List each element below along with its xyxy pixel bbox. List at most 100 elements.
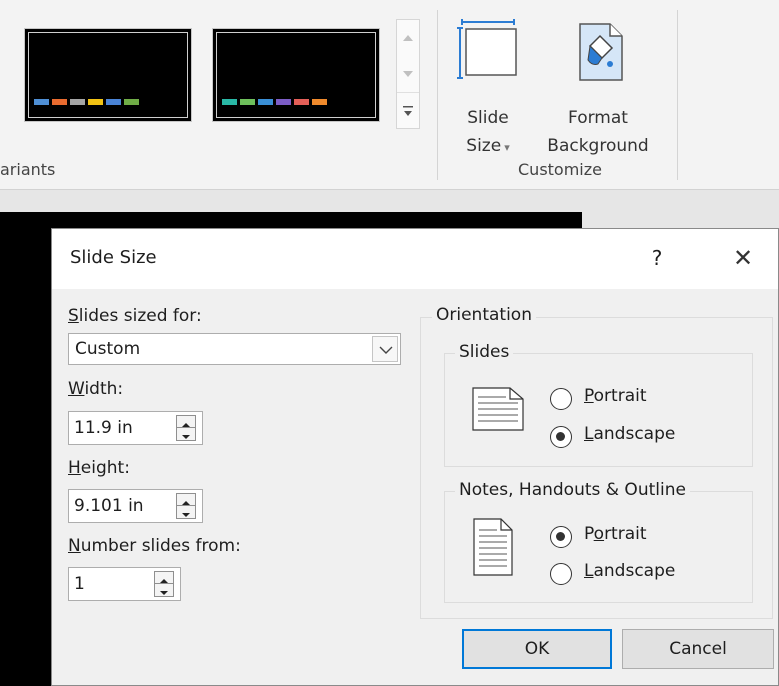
gallery-more-button[interactable]	[397, 92, 419, 128]
notes-landscape-label: Landscape	[584, 561, 675, 581]
number-decrement-button[interactable]	[155, 584, 173, 596]
slides-portrait-radio[interactable]	[550, 388, 572, 410]
width-spinbox[interactable]: 11.9 in	[68, 411, 203, 445]
spin-down-icon	[182, 513, 190, 517]
color-swatch	[222, 99, 237, 105]
help-button[interactable]: ?	[642, 243, 672, 273]
color-swatch	[276, 99, 291, 105]
height-label-text: eight:	[80, 458, 130, 478]
slides-sized-for-label: Slides sized for:	[68, 306, 202, 326]
variant-1-swatches	[34, 99, 142, 105]
height-label: Height:	[68, 458, 130, 478]
color-swatch	[258, 99, 273, 105]
slide-size-icon	[457, 19, 517, 79]
ok-button[interactable]: OK	[462, 629, 612, 669]
height-increment-button[interactable]	[177, 494, 195, 506]
number-slides-from-spin-arrows	[154, 571, 174, 597]
width-value: 11.9 in	[74, 418, 133, 438]
slides-landscape-label-text: andscape	[593, 424, 676, 444]
orientation-group-title: Orientation	[432, 305, 536, 325]
slides-portrait-label: Portrait	[584, 386, 647, 406]
color-swatch	[124, 99, 139, 105]
number-slides-from-label: Number slides from:	[68, 536, 241, 556]
spin-down-icon	[182, 435, 190, 439]
color-swatch	[294, 99, 309, 105]
slide-size-label: Slide Size ▾	[452, 104, 524, 162]
customize-group-label: Customize	[518, 160, 602, 179]
color-swatch	[88, 99, 103, 105]
format-background-icon	[579, 23, 623, 81]
chevron-down-icon	[403, 71, 413, 77]
format-background-label: Format Background	[532, 104, 664, 160]
notes-portrait-radio[interactable]	[550, 526, 572, 548]
notes-orientation-title: Notes, Handouts & Outline	[455, 480, 690, 500]
slide-size-dialog: Slide Size ? ✕ Slides sized for: Custom …	[51, 228, 779, 686]
variants-group-label: ariants	[0, 160, 56, 179]
slide-size-label-text: Size	[466, 136, 502, 156]
width-decrement-button[interactable]	[177, 428, 195, 440]
slide-size-button[interactable]: Slide Size ▾	[452, 14, 524, 159]
variant-thumbnail-2-preview	[216, 32, 376, 118]
spin-down-icon	[160, 591, 168, 595]
height-spinbox[interactable]: 9.101 in	[68, 489, 203, 523]
notes-landscape-radio[interactable]	[550, 563, 572, 585]
width-label-text: idth:	[84, 379, 124, 399]
format-background-label-line2: Background	[547, 136, 649, 156]
chevron-up-icon	[403, 35, 413, 41]
color-swatch	[312, 99, 327, 105]
gallery-scroll-down-button[interactable]	[397, 56, 419, 92]
slide-size-label-line1: Slide	[467, 108, 509, 128]
variants-gallery-scroll	[396, 19, 420, 129]
width-increment-button[interactable]	[177, 416, 195, 428]
ribbon-separator	[437, 10, 438, 180]
number-slides-from-value: 1	[74, 574, 85, 594]
variant-thumbnail-1[interactable]	[24, 28, 192, 122]
format-background-button[interactable]: Format Background	[532, 14, 664, 159]
chevron-down-icon: ▾	[504, 141, 510, 154]
height-decrement-button[interactable]	[177, 506, 195, 518]
slides-sized-for-dropdown-button[interactable]	[372, 336, 398, 362]
width-label: Width:	[68, 379, 123, 399]
notes-portrait-label: Portrait	[584, 524, 647, 544]
more-dropdown-icon	[403, 105, 413, 116]
number-slides-from-label-access-key: N	[68, 536, 81, 556]
height-label-access-key: H	[68, 458, 81, 478]
number-increment-button[interactable]	[155, 572, 173, 584]
width-label-access-key: W	[68, 379, 85, 399]
design-ribbon: ariants Slide Size ▾ Format Background C…	[0, 0, 779, 190]
slides-orientation-title: Slides	[455, 342, 514, 362]
portrait-page-icon	[473, 518, 513, 576]
dialog-title: Slide Size	[70, 247, 157, 268]
slides-sized-for-select[interactable]: Custom	[68, 333, 401, 365]
variant-thumbnail-1-preview	[28, 32, 188, 118]
slides-sized-for-label-text: lides sized for:	[78, 306, 202, 326]
landscape-page-icon	[472, 387, 524, 431]
number-slides-from-spinbox[interactable]: 1	[68, 567, 181, 601]
slides-portrait-label-text: ortrait	[593, 386, 647, 406]
slides-landscape-radio[interactable]	[550, 426, 572, 448]
number-slides-from-label-text: umber slides from:	[80, 536, 241, 556]
width-spin-arrows	[176, 415, 196, 441]
slides-sized-for-value: Custom	[75, 339, 141, 359]
variant-2-swatches	[222, 99, 330, 105]
notes-portrait-label-end: rtrait	[604, 524, 647, 544]
slide-size-label-line2: Size ▾	[452, 132, 524, 162]
height-spin-arrows	[176, 493, 196, 519]
notes-portrait-label-start: P	[584, 524, 594, 544]
gallery-scroll-up-button[interactable]	[397, 20, 419, 56]
notes-landscape-label-text: andscape	[593, 561, 676, 581]
close-button[interactable]: ✕	[728, 243, 758, 273]
slides-portrait-access-key: P	[584, 386, 594, 406]
color-swatch	[106, 99, 121, 105]
slides-landscape-label: Landscape	[584, 424, 675, 444]
cancel-button[interactable]: Cancel	[622, 629, 774, 669]
color-swatch	[52, 99, 67, 105]
notes-portrait-access-key: o	[593, 524, 605, 544]
format-background-label-line1: Format	[568, 108, 628, 128]
ribbon-separator	[677, 10, 678, 180]
chevron-down-icon	[379, 346, 393, 354]
height-value: 9.101 in	[74, 496, 144, 516]
variant-thumbnail-2[interactable]	[212, 28, 380, 122]
color-swatch	[240, 99, 255, 105]
dialog-titlebar: Slide Size ? ✕	[52, 229, 778, 289]
